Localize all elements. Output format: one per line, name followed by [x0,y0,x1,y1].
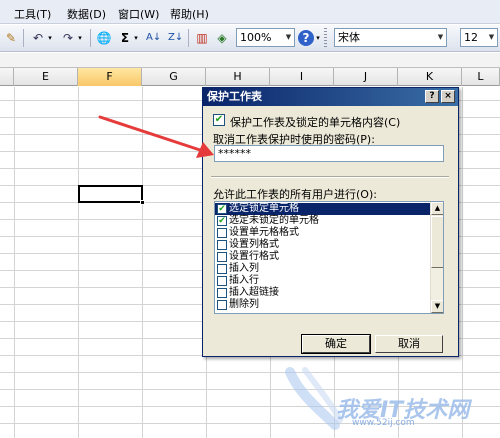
list-item[interactable]: ✔ 选定锁定单元格 [215,203,431,215]
permission-label: 插入超链接 [229,287,279,298]
dialog-titlebar[interactable]: 保护工作表 [203,88,458,106]
help-icon[interactable]: ? [425,90,439,103]
divider [211,176,449,178]
list-item[interactable]: 插入列 [215,263,431,275]
allow-label: 允许此工作表的所有用户进行(O): [213,188,377,201]
toolbar-separator [90,29,91,47]
list-scrollbar[interactable]: ▲ ▼ [430,202,443,313]
list-item[interactable]: ✔ 选定未锁定的单元格 [215,215,431,227]
standard-toolbar: ✎ ↶ ▾ ↷ ▾ 🌐 Σ ▾ A↓ Z↓ ▥ ◈ 100% ▼ ? ▾ 宋体 … [0,25,500,52]
chart-icon[interactable]: ▥ [194,29,210,47]
permission-checkbox[interactable]: ✔ [217,216,227,226]
permission-label: 选定未锁定的单元格 [229,215,319,226]
column-header-k[interactable]: K [398,68,462,86]
permission-checkbox[interactable] [217,276,227,286]
menu-window[interactable]: 窗口(W) [118,6,159,22]
active-cell[interactable] [78,185,143,203]
list-item[interactable]: 设置行格式 [215,251,431,263]
toolbar-separator [23,29,24,47]
menu-data[interactable]: 数据(D) [67,6,106,22]
permission-checkbox[interactable] [217,240,227,250]
chevron-down-icon[interactable]: ▼ [486,29,497,46]
font-name-value: 宋体 [338,31,360,44]
column-header-g[interactable]: G [142,68,206,86]
toolbar-grip [324,28,327,48]
formula-bar-strip [0,53,500,68]
font-size-select[interactable]: 12 ▼ [460,28,498,47]
column-header-i[interactable]: I [270,68,334,86]
watermark-url: www.52ij.com [352,418,415,428]
column-headers: E F G H I J K L [0,68,500,86]
chevron-down-icon[interactable]: ▼ [283,29,294,46]
protect-checkbox[interactable]: ✔ [213,114,225,126]
toolbar-separator [188,29,189,47]
zoom-value: 100% [240,31,272,44]
scroll-thumb[interactable] [431,216,443,268]
password-input[interactable]: ****** [214,145,444,162]
list-item[interactable]: 插入超链接 [215,287,431,299]
list-item[interactable]: 设置单元格格式 [215,227,431,239]
menu-bar: 工具(T) 数据(D) 窗口(W) 帮助(H) [0,0,500,24]
list-item[interactable]: 删除列 [215,299,431,311]
column-header-partial[interactable] [0,68,14,86]
help-dropdown-icon[interactable]: ▾ [314,29,322,47]
close-icon[interactable]: × [441,90,455,103]
column-header-h[interactable]: H [206,68,270,86]
permission-label: 删除列 [229,299,259,310]
permission-checkbox[interactable] [217,300,227,310]
permission-checkbox[interactable] [217,228,227,238]
permission-label: 设置行格式 [229,251,279,262]
zoom-select[interactable]: 100% ▼ [236,28,295,47]
hyperlink-icon[interactable]: 🌐 [96,29,112,47]
scroll-up-icon[interactable]: ▲ [431,202,443,215]
column-header-l[interactable]: L [462,68,500,86]
password-value: ****** [218,147,251,160]
fill-handle[interactable] [140,200,145,205]
autosum-icon[interactable]: Σ [118,29,132,47]
sort-desc-icon[interactable]: Z↓ [168,29,183,47]
permission-label: 设置列格式 [229,239,279,250]
dialog-title: 保护工作表 [207,90,262,103]
sort-asc-icon[interactable]: A↓ [146,29,161,47]
paint-brush-icon[interactable]: ✎ [3,29,19,47]
font-name-select[interactable]: 宋体 ▼ [334,28,447,47]
permission-label: 选定锁定单元格 [229,203,299,214]
permission-label: 插入列 [229,263,259,274]
permission-checkbox[interactable]: ✔ [217,204,227,214]
undo-dropdown-icon[interactable]: ▾ [46,29,54,47]
column-header-f[interactable]: F [78,68,142,86]
permission-checkbox[interactable] [217,288,227,298]
permission-checkbox[interactable] [217,264,227,274]
permissions-list[interactable]: ✔ 选定锁定单元格 ✔ 选定未锁定的单元格 设置单元格格式 设置列格式 设置行格式 … [214,201,444,314]
list-item[interactable]: 插入行 [215,275,431,287]
redo-icon[interactable]: ↷ [60,29,76,47]
scroll-down-icon[interactable]: ▼ [431,300,443,313]
protect-sheet-dialog: 保护工作表 ? × ✔ 保护工作表及锁定的单元格内容(C) 取消工作表保护时使用… [202,87,459,357]
protect-checkbox-label: 保护工作表及锁定的单元格内容(C) [230,116,401,129]
font-size-value: 12 [464,31,478,44]
column-header-e[interactable]: E [14,68,78,86]
cancel-button[interactable]: 取消 [375,335,443,353]
menu-tools[interactable]: 工具(T) [14,6,51,22]
permission-label: 插入行 [229,275,259,286]
menu-help[interactable]: 帮助(H) [170,6,209,22]
chevron-down-icon[interactable]: ▼ [435,29,446,46]
permission-checkbox[interactable] [217,252,227,262]
column-header-j[interactable]: J [334,68,398,86]
redo-dropdown-icon[interactable]: ▾ [76,29,84,47]
help-icon[interactable]: ? [298,30,314,46]
drawing-icon[interactable]: ◈ [214,29,230,47]
list-item[interactable]: 设置列格式 [215,239,431,251]
autosum-dropdown-icon[interactable]: ▾ [132,29,140,47]
ok-button[interactable]: 确定 [301,334,371,354]
undo-icon[interactable]: ↶ [30,29,46,47]
permission-label: 设置单元格格式 [229,227,299,238]
